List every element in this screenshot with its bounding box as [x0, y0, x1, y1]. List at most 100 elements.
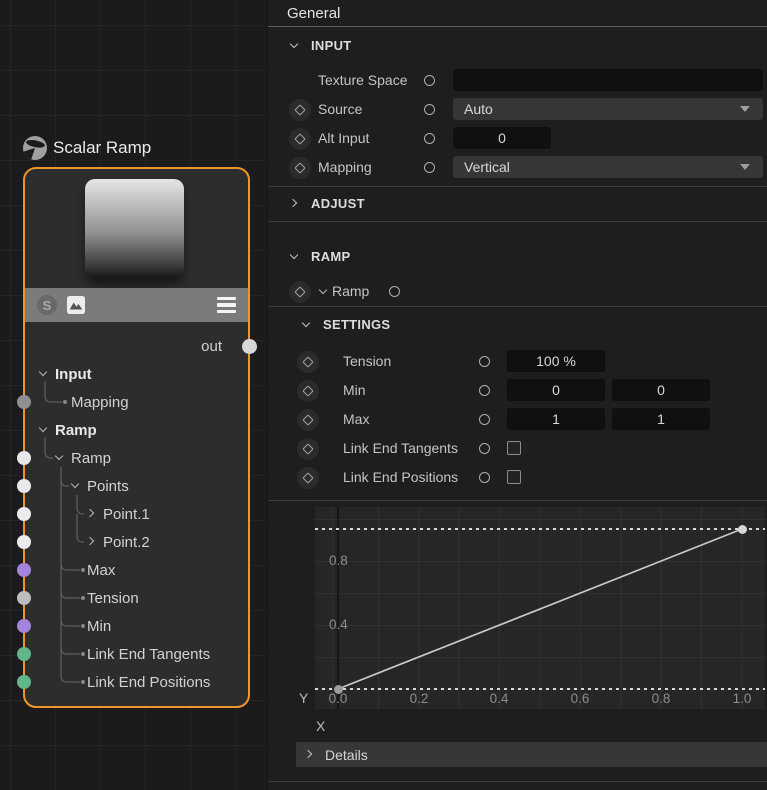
chevron-right-icon[interactable]	[305, 750, 315, 760]
panel-tab-general[interactable]: General	[268, 0, 767, 27]
tree-item-link-end-tangents[interactable]: Link End Tangents	[25, 640, 248, 668]
min-y-field[interactable]: 0	[612, 379, 710, 401]
y-tick-label: 0.8	[329, 553, 348, 568]
divider	[268, 306, 767, 307]
diamond-icon[interactable]	[289, 128, 311, 150]
diamond-icon[interactable]	[297, 467, 319, 489]
row-tension: Tension 100 %	[268, 347, 767, 376]
input-port-tension[interactable]	[17, 591, 31, 605]
max-x-field[interactable]: 1	[507, 408, 605, 430]
link-end-tangents-checkbox[interactable]	[507, 441, 521, 455]
diamond-icon[interactable]	[297, 380, 319, 402]
diamond-icon[interactable]	[297, 351, 319, 373]
chevron-down-icon[interactable]	[302, 320, 312, 330]
details-section-header[interactable]: Details	[296, 742, 767, 767]
chevron-right-icon[interactable]	[87, 537, 97, 547]
section-header-input[interactable]: INPUT	[268, 37, 767, 54]
alt-input-label: Alt Input	[318, 130, 369, 146]
tree-item-points[interactable]: Points	[25, 472, 248, 500]
x-tick-label: 0.0	[321, 691, 355, 706]
scalar-ramp-node[interactable]: S	[23, 167, 250, 708]
node-parameter-tree: out Input Mapping Ramp Ramp Points	[25, 332, 248, 696]
row-max: Max 1 1	[268, 405, 767, 434]
chevron-down-icon[interactable]	[319, 287, 329, 297]
source-dropdown[interactable]: Auto	[453, 98, 763, 120]
port-circle-icon[interactable]	[389, 286, 400, 297]
x-tick-label: 0.4	[482, 691, 516, 706]
tree-item-ramp[interactable]: Ramp	[25, 444, 248, 472]
chevron-right-icon[interactable]	[290, 199, 300, 209]
chevron-down-icon[interactable]	[71, 481, 81, 491]
link-end-positions-label: Link End Positions	[343, 469, 458, 485]
ramp-preview-thumbnail[interactable]	[85, 179, 184, 278]
port-circle-icon[interactable]	[479, 443, 490, 454]
port-circle-icon[interactable]	[479, 356, 490, 367]
tree-item-mapping[interactable]: Mapping	[25, 388, 248, 416]
max-y-field[interactable]: 1	[612, 408, 710, 430]
port-circle-icon[interactable]	[424, 162, 435, 173]
texture-space-label: Texture Space	[318, 72, 408, 88]
tree-item-ramp-group[interactable]: Ramp	[25, 416, 248, 444]
chevron-right-icon[interactable]	[87, 509, 97, 519]
tension-field[interactable]: 100 %	[507, 350, 605, 372]
input-port-link-end-tangents[interactable]	[17, 647, 31, 661]
y-axis-label: Y	[299, 690, 308, 706]
alt-input-field[interactable]: 0	[453, 127, 551, 149]
input-port-points[interactable]	[17, 479, 31, 493]
chevron-down-icon[interactable]	[39, 369, 49, 379]
input-port-mapping[interactable]	[17, 395, 31, 409]
diamond-icon[interactable]	[289, 281, 311, 303]
mapping-label: Mapping	[318, 159, 372, 175]
port-circle-icon[interactable]	[424, 75, 435, 86]
chevron-down-icon[interactable]	[55, 453, 65, 463]
row-source: Source Auto	[268, 95, 767, 124]
tension-label: Tension	[343, 353, 391, 369]
texture-space-input[interactable]	[453, 69, 763, 91]
input-port-max[interactable]	[17, 563, 31, 577]
tree-item-input[interactable]: Input	[25, 360, 248, 388]
diamond-icon[interactable]	[297, 409, 319, 431]
port-circle-icon[interactable]	[424, 104, 435, 115]
chevron-down-icon[interactable]	[290, 41, 300, 51]
tree-item-tension[interactable]: Tension	[25, 584, 248, 612]
input-port-point-1[interactable]	[17, 507, 31, 521]
ramp-label: Ramp	[332, 283, 369, 299]
max-label: Max	[343, 411, 369, 427]
section-header-ramp[interactable]: RAMP	[268, 248, 767, 265]
min-x-field[interactable]: 0	[507, 379, 605, 401]
section-header-adjust[interactable]: ADJUST	[268, 195, 767, 212]
port-circle-icon[interactable]	[479, 385, 490, 396]
node-menu-icon[interactable]	[217, 297, 236, 314]
divider	[268, 221, 767, 222]
diamond-icon[interactable]	[289, 157, 311, 179]
section-header-settings[interactable]: SETTINGS	[268, 316, 767, 333]
tree-item-link-end-positions[interactable]: Link End Positions	[25, 668, 248, 696]
input-port-link-end-positions[interactable]	[17, 675, 31, 689]
port-circle-icon[interactable]	[479, 414, 490, 425]
input-port-ramp[interactable]	[17, 451, 31, 465]
curve-plot-area[interactable]: 0.8 0.4 0.0 0.2 0.4 0.6 0.8 1.0	[315, 507, 765, 709]
row-texture-space: Texture Space	[268, 66, 767, 95]
tree-item-point-2[interactable]: Point.2	[25, 528, 248, 556]
tree-item-point-1[interactable]: Point.1	[25, 500, 248, 528]
chevron-down-icon[interactable]	[39, 425, 49, 435]
output-port-out[interactable]	[242, 339, 257, 354]
input-port-min[interactable]	[17, 619, 31, 633]
diamond-icon[interactable]	[289, 99, 311, 121]
image-preview-icon[interactable]	[67, 296, 85, 314]
chevron-down-icon[interactable]	[290, 252, 300, 262]
node-editor-canvas[interactable]: Scalar Ramp S	[0, 0, 268, 790]
tree-item-max[interactable]: Max	[25, 556, 248, 584]
link-end-positions-checkbox[interactable]	[507, 470, 521, 484]
mapping-dropdown[interactable]: Vertical	[453, 156, 763, 178]
input-port-point-2[interactable]	[17, 535, 31, 549]
source-label: Source	[318, 101, 362, 117]
row-ramp: Ramp	[268, 277, 767, 306]
row-mapping: Mapping Vertical	[268, 153, 767, 182]
divider	[268, 500, 767, 501]
port-circle-icon[interactable]	[479, 472, 490, 483]
curve-point-end[interactable]	[738, 525, 747, 534]
port-circle-icon[interactable]	[424, 133, 435, 144]
diamond-icon[interactable]	[297, 438, 319, 460]
tree-item-min[interactable]: Min	[25, 612, 248, 640]
